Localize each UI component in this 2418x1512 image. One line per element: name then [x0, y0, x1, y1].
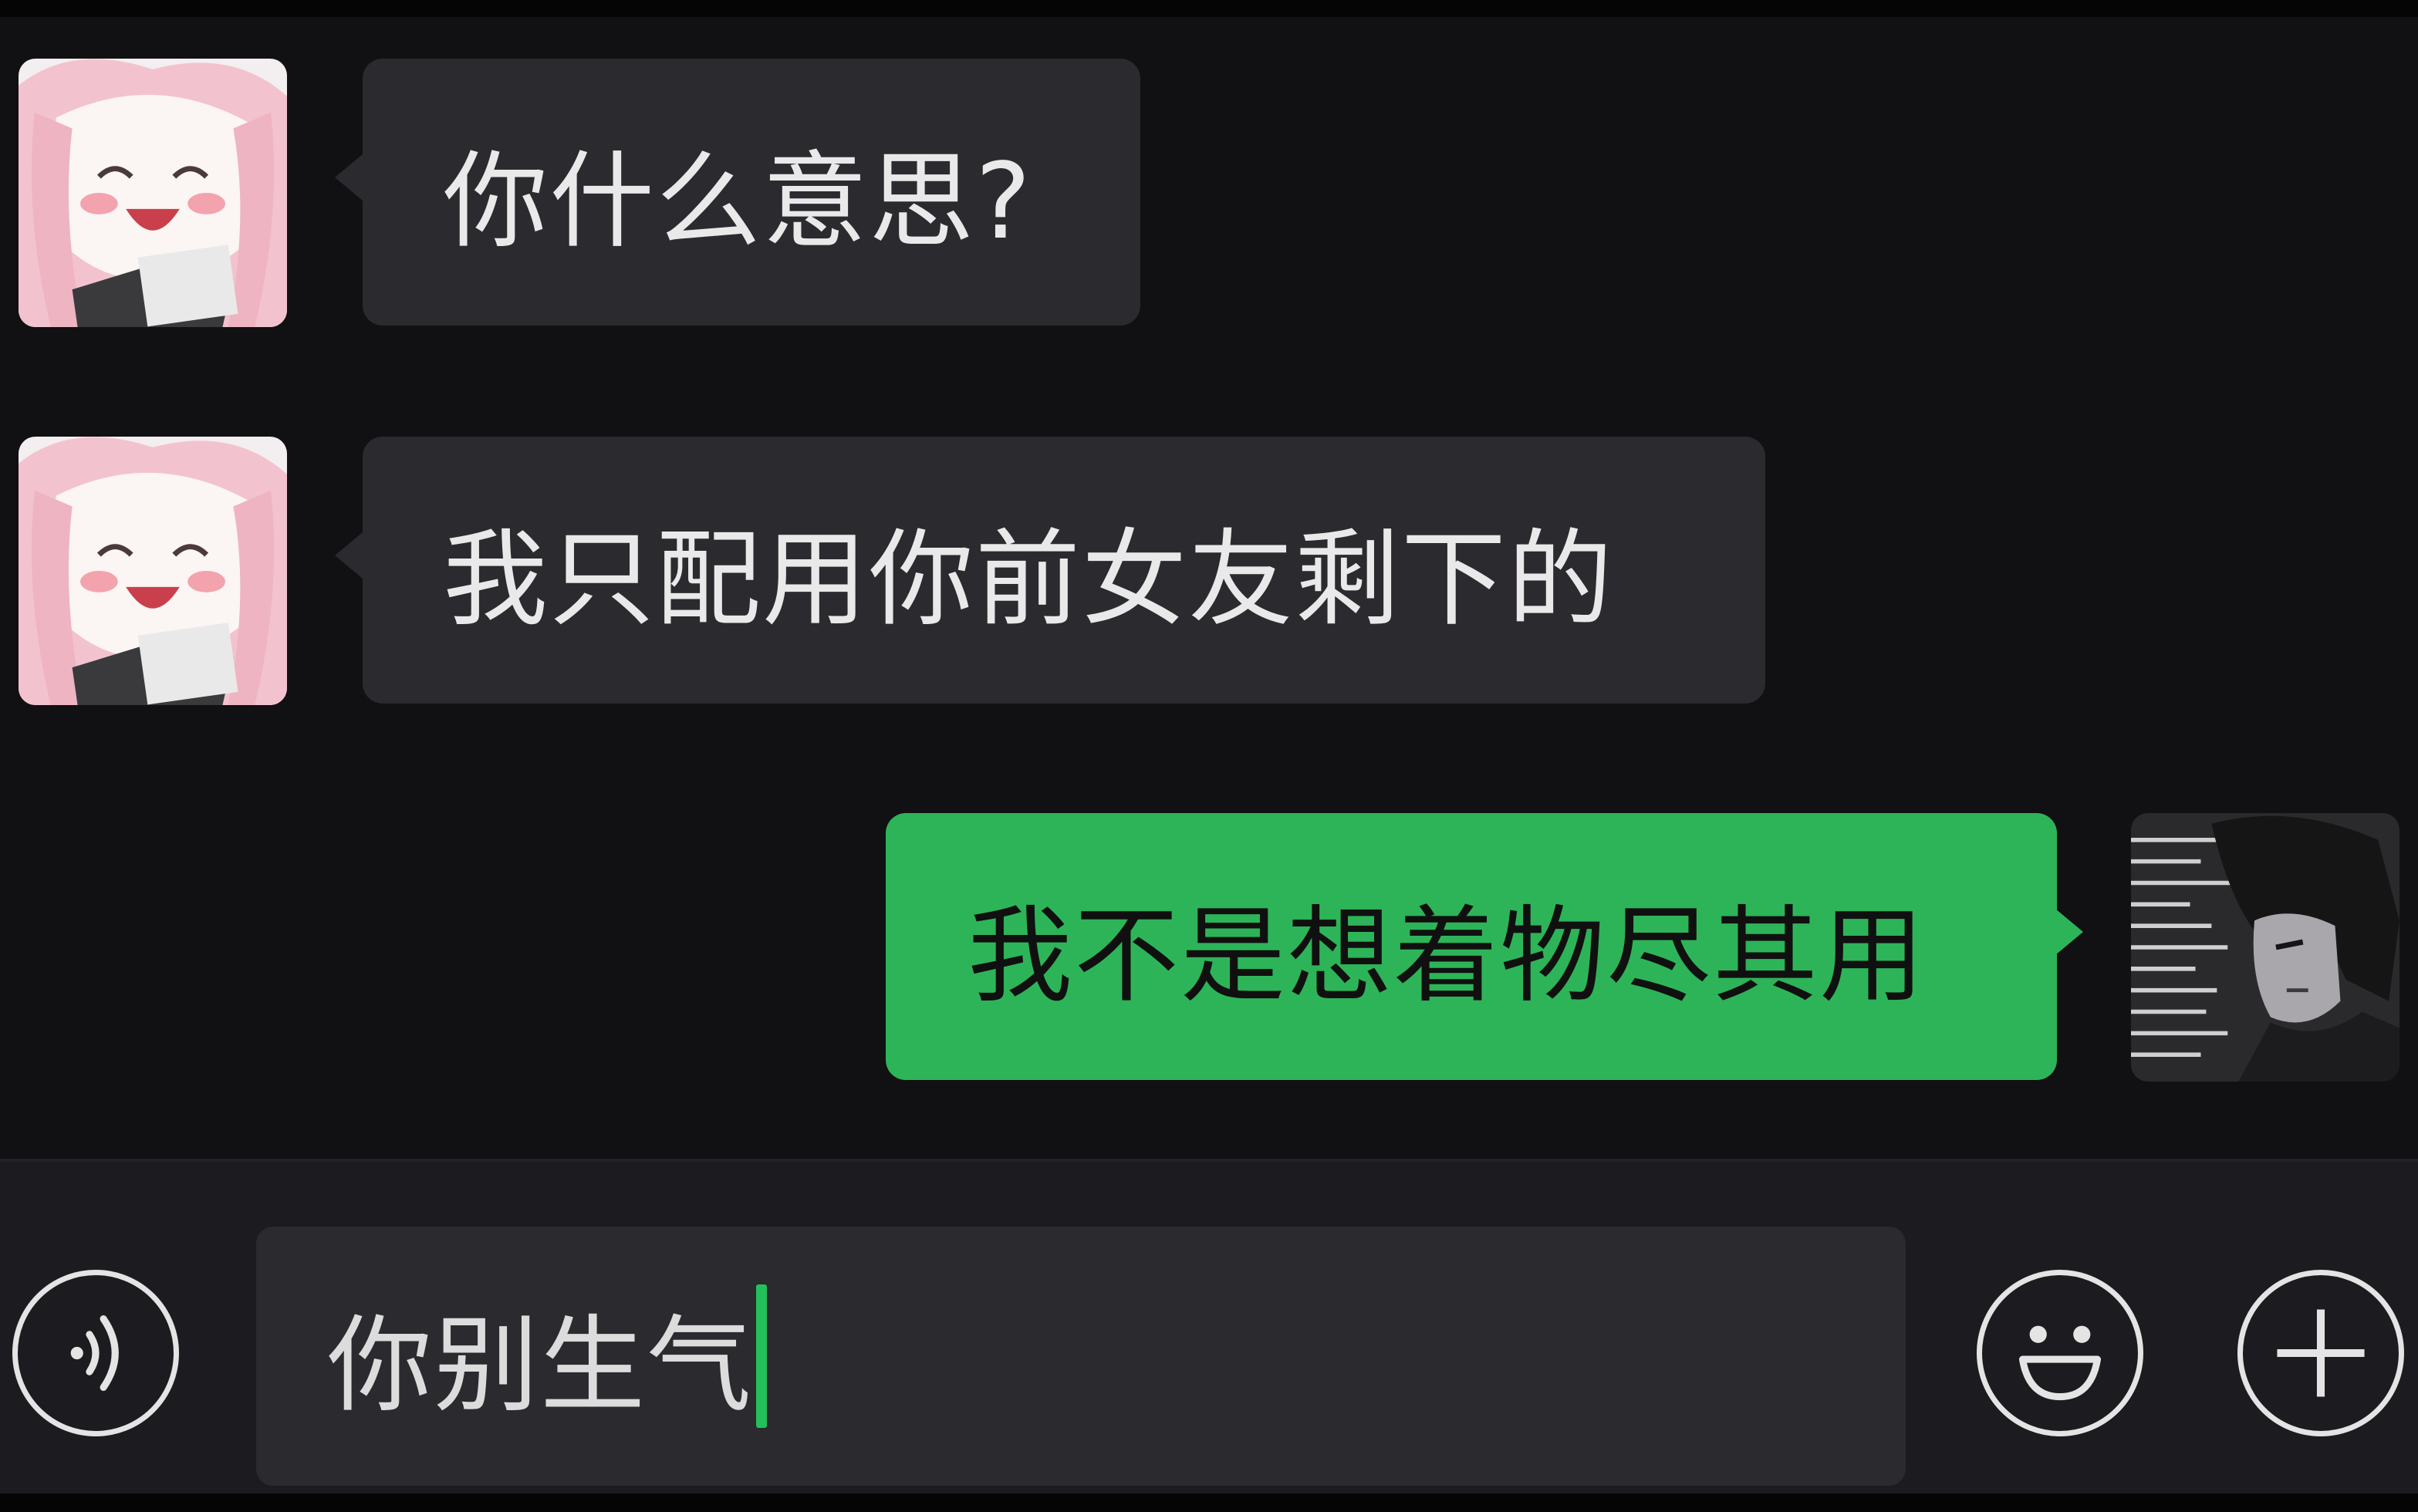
composer-bar: 你别生气: [0, 1159, 2418, 1510]
divider: [0, 1159, 2418, 1162]
message-text: 你什么意思?: [443, 140, 1033, 263]
text-caret: [756, 1284, 767, 1428]
bottom-edge: [0, 1493, 2418, 1512]
bubble-tail: [335, 154, 363, 201]
anime-boy-avatar-icon: [2131, 813, 2399, 1082]
contact-avatar[interactable]: [19, 59, 287, 327]
draft-text: 你别生气: [327, 1304, 753, 1427]
chat-screen: 你什么意思? 我只配用你前女友剩下的 我不是想着物尽其用 你别生气: [0, 17, 2418, 1510]
outgoing-message-bubble[interactable]: 我不是想着物尽其用: [886, 813, 2057, 1080]
voice-icon: [70, 1315, 119, 1391]
message-input[interactable]: 你别生气: [256, 1227, 1906, 1486]
emoji-icon: [2018, 1325, 2102, 1401]
emoji-button[interactable]: [1977, 1270, 2143, 1436]
plus-icon: [2277, 1309, 2365, 1397]
anime-girl-avatar-icon: [19, 59, 287, 327]
message-text: 我只配用你前女友剩下的: [443, 518, 1614, 641]
anime-girl-avatar-icon: [19, 437, 287, 705]
incoming-message-bubble[interactable]: 我只配用你前女友剩下的: [363, 437, 1765, 704]
user-avatar[interactable]: [2131, 813, 2399, 1082]
incoming-message-bubble[interactable]: 你什么意思?: [363, 59, 1140, 326]
contact-avatar[interactable]: [19, 437, 287, 705]
more-button[interactable]: [2237, 1270, 2404, 1436]
top-edge: [0, 0, 2418, 17]
voice-button[interactable]: [12, 1270, 179, 1436]
bubble-tail: [2055, 909, 2083, 955]
message-text: 我不是想着物尽其用: [968, 895, 1926, 1018]
bubble-tail: [335, 532, 363, 579]
